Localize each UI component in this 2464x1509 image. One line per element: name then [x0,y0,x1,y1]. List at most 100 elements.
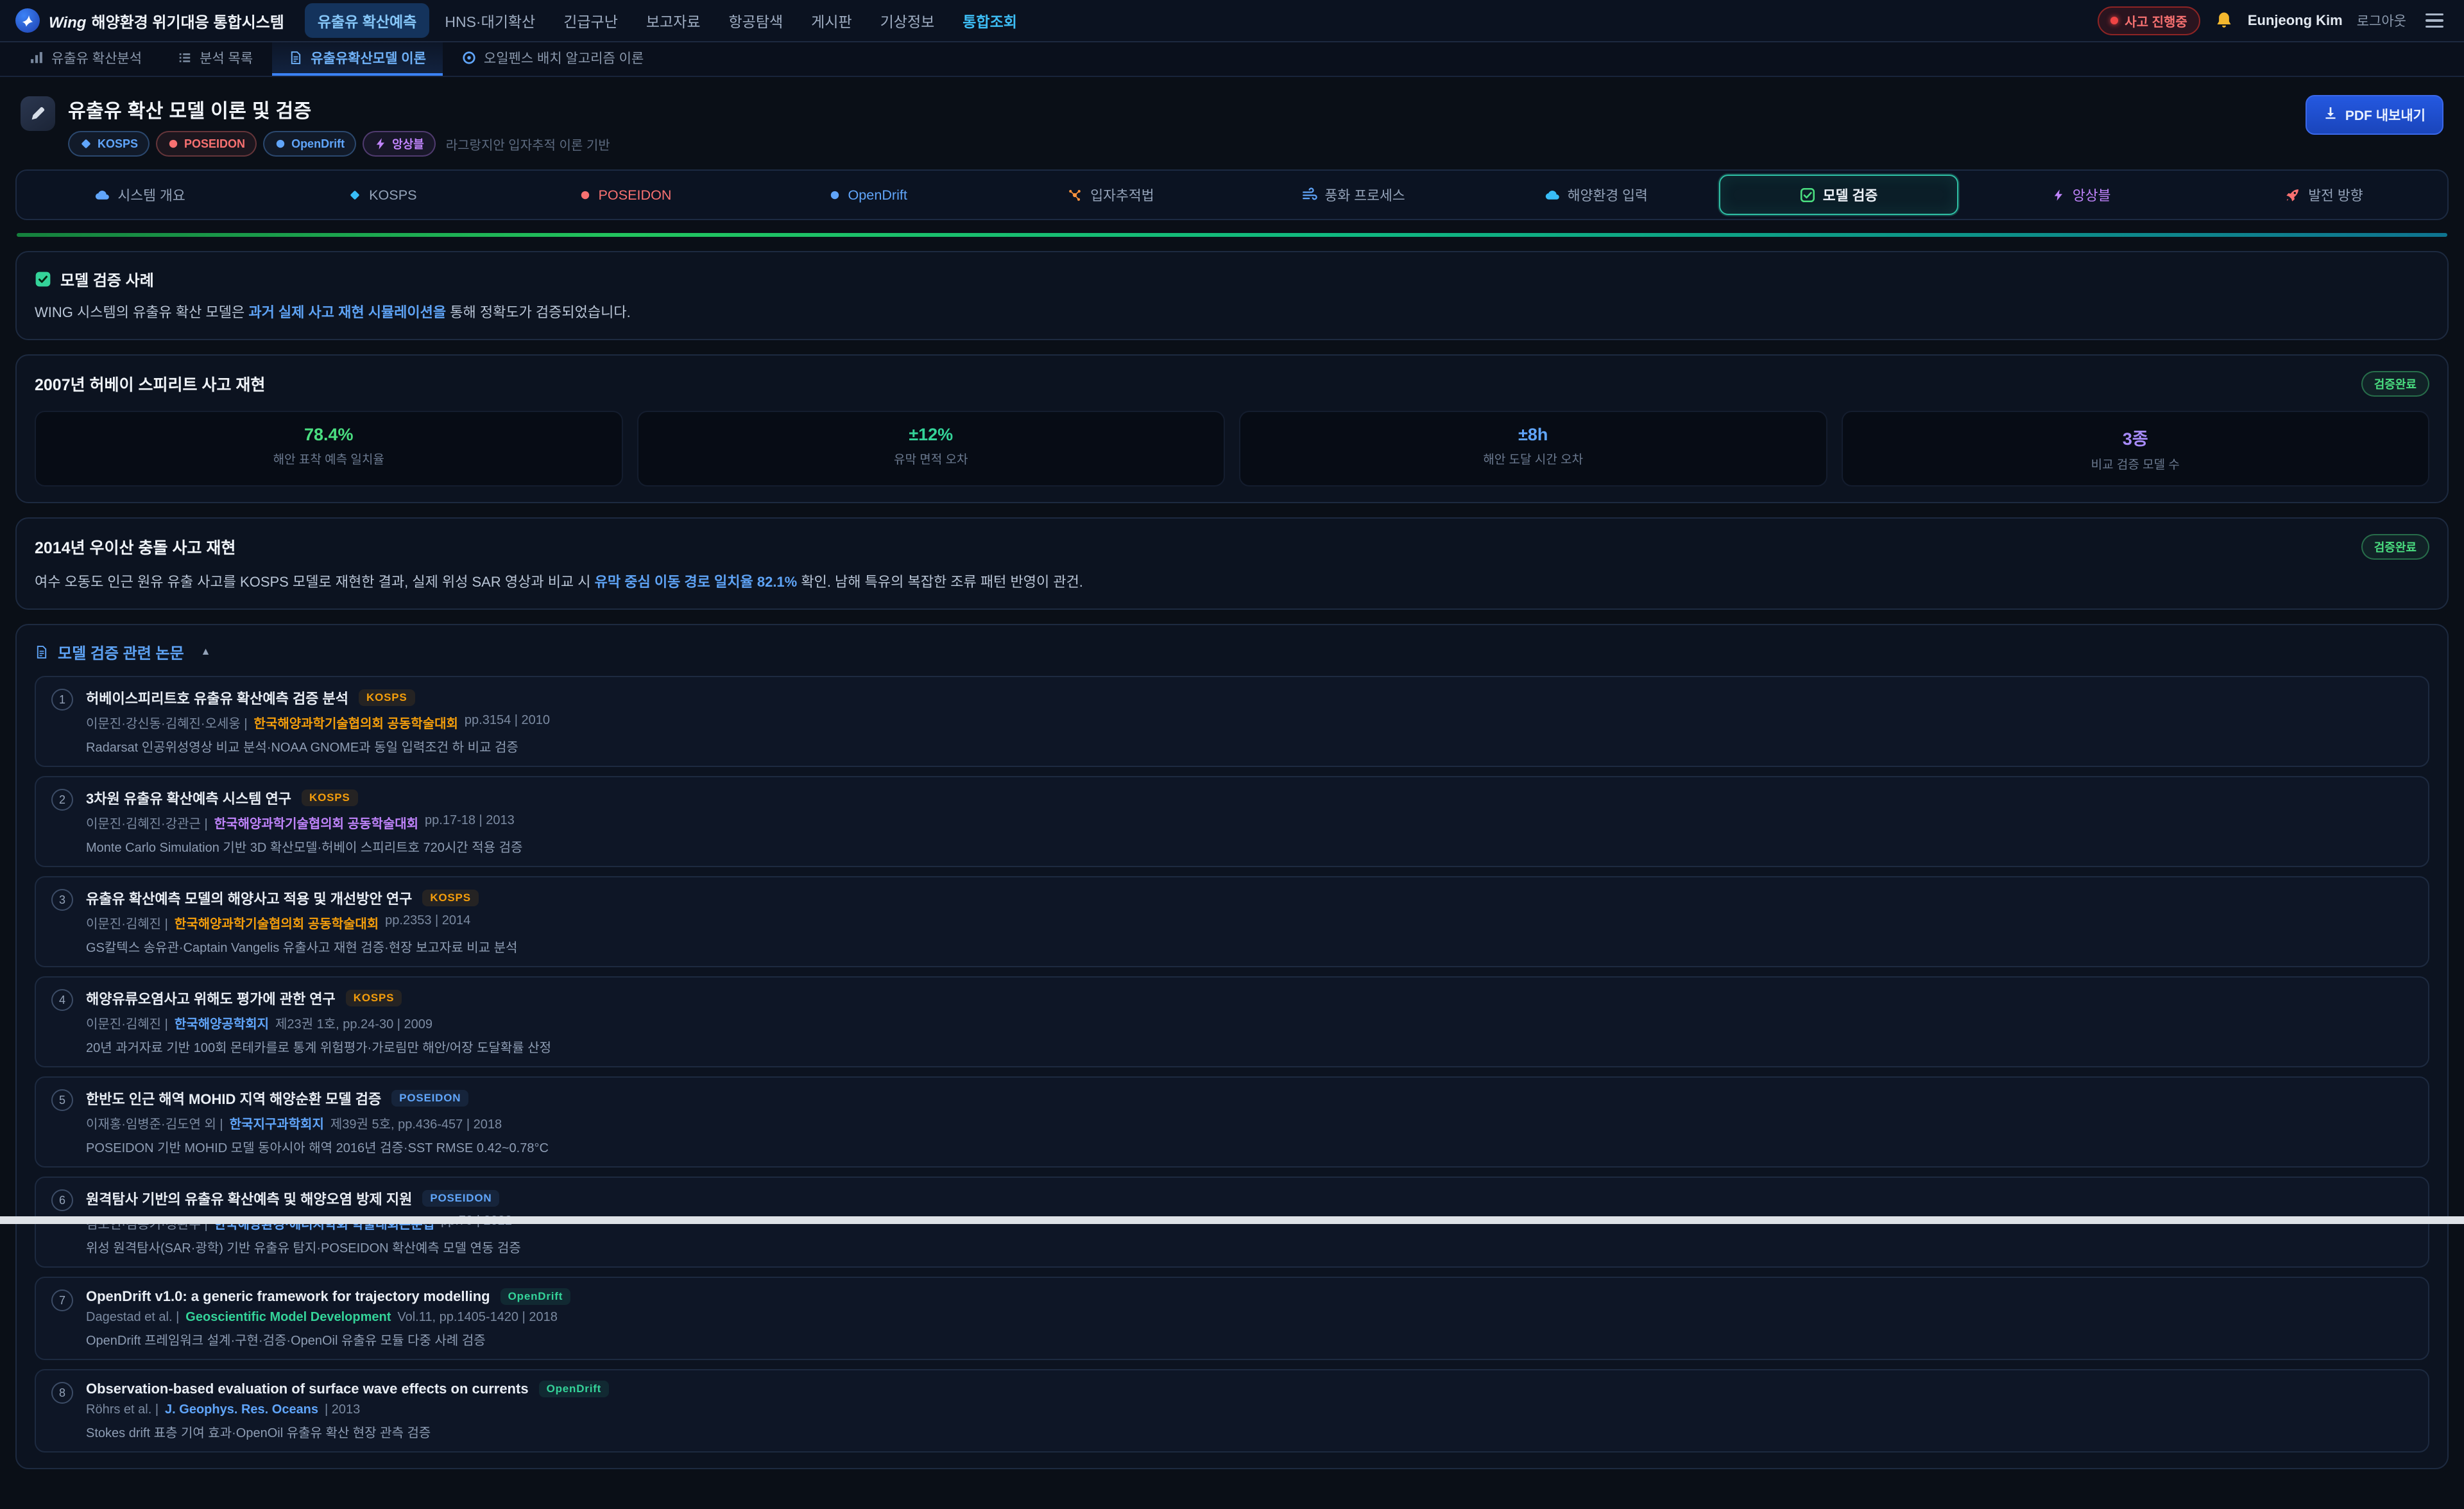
paper-row[interactable]: 5 한반도 인근 해역 MOHID 지역 해양순환 모델 검증 POSEIDON… [35,1076,2429,1168]
stat-box: ±8h 해안 도달 시간 오차 [1239,411,1827,487]
nav-item[interactable]: 항공탐색 [716,3,796,38]
paper-title[interactable]: 허베이스피리트호 유출유 확산예측 검증 분석 [86,687,348,708]
nav-item[interactable]: 통합조회 [950,3,1030,38]
paper-row[interactable]: 8 Observation-based evaluation of surfac… [35,1369,2429,1453]
paper-venue-link[interactable]: 한국지구과학회지 [230,1114,324,1132]
logout-button[interactable]: 로그아웃 [2357,11,2406,30]
wing-logo-icon [15,8,40,33]
menu-icon[interactable] [2420,8,2449,33]
model-tab[interactable]: 시스템 개요 [21,175,259,215]
paper-venue-link[interactable]: 한국해양과학기술협의회 공동학술대회 [254,713,458,732]
paper-model-badge: KOSPS [422,890,479,906]
nav-item[interactable]: 유출유 확산예측 [305,3,430,38]
paper-row[interactable]: 3 유출유 확산예측 모델의 해양사고 적용 및 개선방안 연구 KOSPS 이… [35,876,2429,967]
paper-number: 7 [51,1289,73,1311]
paper-row[interactable]: 2 3차원 유출유 확산예측 시스템 연구 KOSPS 이문진·김혜진·강관근 … [35,776,2429,867]
incident-status-badge[interactable]: 사고 진행중 [2098,6,2200,35]
nav-item-label: 게시판 [811,13,851,30]
model-tab[interactable]: KOSPS [263,175,502,215]
paper-authors: 이재홍·임병준·김도연 외 | [86,1114,223,1132]
subtab[interactable]: 유출유확산모델 이론 [272,42,443,76]
model-tab-bar: 시스템 개요 KOSPS POSEIDON OpenDrift 입자추적법 풍화… [15,169,2449,220]
paper-model-badge: KOSPS [302,789,358,806]
paper-meta: Dagestad et al. | Geoscientific Model De… [86,1310,570,1325]
validation-section-title: 모델 검증 사례 [35,268,2429,290]
case-highlight: 유막 중심 이동 경로 일치율 82.1% [595,574,798,590]
stat-label: 해안 도달 시간 오차 [1483,450,1583,467]
paper-number: 2 [51,789,73,811]
model-tab-icon [1800,187,1815,203]
model-tab[interactable]: OpenDrift [749,175,988,215]
paper-model-badge: KOSPS [346,990,402,1006]
paper-venue-link[interactable]: 한국해양과학기술협의회 공동학술대회 [175,913,379,932]
subtab[interactable]: 분석 목록 [161,42,270,76]
subtab[interactable]: 유출유 확산분석 [13,42,158,76]
main-content: 유출유 확산 모델 이론 및 검증 KOSPS POSEIDON OpenDri… [0,77,2464,1509]
paper-title[interactable]: 원격탐사 기반의 유출유 확산예측 및 해양오염 방제 지원 [86,1188,412,1209]
paper-title[interactable]: 유출유 확산예측 모델의 해양사고 적용 및 개선방안 연구 [86,888,412,908]
subtab[interactable]: 오일펜스 배치 알고리즘 이론 [445,42,660,76]
app-title-wing: Wing [49,14,86,32]
papers-card: 모델 검증 관련 논문 ▲ 1 허베이스피리트호 유출유 확산예측 검증 분석 … [15,624,2449,1469]
model-tab[interactable]: 모델 검증 [1719,175,1958,215]
nav-item[interactable]: HNS·대기확산 [432,3,548,38]
intro-highlight-link[interactable]: 과거 실제 사고 재현 시뮬레이션을 [248,304,446,320]
paper-row[interactable]: 1 허베이스피리트호 유출유 확산예측 검증 분석 KOSPS 이문진·강신동·… [35,676,2429,767]
subtab-label: 오일펜스 배치 알고리즘 이론 [484,48,644,67]
model-badge: KOSPS [68,131,150,157]
paper-row[interactable]: 4 해양유류오염사고 위해도 평가에 관한 연구 KOSPS 이문진·김혜진 |… [35,976,2429,1067]
paper-row[interactable]: 7 OpenDrift v1.0: a generic framework fo… [35,1277,2429,1360]
nav-item[interactable]: 기상정보 [868,3,948,38]
paper-pages-year: pp.2353 | 2014 [385,913,470,932]
subtab-label: 유출유 확산분석 [51,48,142,67]
case-card-wuyishan: 2014년 우이산 충돌 사고 재현 검증완료 여수 오동도 인근 원유 유출 … [15,517,2449,610]
collapse-arrow-icon[interactable]: ▲ [201,646,211,658]
validation-intro-text: WING 시스템의 유출유 확산 모델은 과거 실제 사고 재현 시뮬레이션을 … [35,302,2429,323]
horizontal-scrollbar[interactable] [0,1216,2464,1224]
paper-venue-link[interactable]: Geoscientific Model Development [185,1310,391,1325]
nav-item[interactable]: 게시판 [798,3,864,38]
model-tab-label: 모델 검증 [1823,185,1878,205]
paper-title[interactable]: 한반도 인근 해역 MOHID 지역 해양순환 모델 검증 [86,1088,381,1108]
paper-venue-link[interactable]: 한국해양과학기술협의회 공동학술대회 [214,813,418,832]
model-tab[interactable]: 앙상블 [1962,175,2201,215]
papers-header-toggle[interactable]: 모델 검증 관련 논문 ▲ [35,641,2429,663]
paper-title[interactable]: 해양유류오염사고 위해도 평가에 관한 연구 [86,988,336,1008]
paper-title[interactable]: Observation-based evaluation of surface … [86,1381,529,1397]
paper-title[interactable]: 3차원 유출유 확산예측 시스템 연구 [86,788,291,808]
model-tab-icon [1544,187,1560,203]
paper-venue-link[interactable]: J. Geophys. Res. Oceans [165,1402,318,1417]
verified-badge: 검증완료 [2361,371,2429,397]
model-tab[interactable]: POSEIDON [506,175,744,215]
app-logo[interactable]: Wing 해양환경 위기대응 통합시스템 [15,8,284,33]
pdf-export-button[interactable]: PDF 내보내기 [2306,95,2443,135]
model-badge: 앙상블 [363,131,436,157]
model-tab[interactable]: 풍화 프로세스 [1234,175,1473,215]
incident-status-label: 사고 진행중 [2125,12,2187,30]
check-square-icon [35,271,51,288]
paper-number: 5 [51,1089,73,1111]
page-subtitle: 라그랑지안 입자추적 이론 기반 [446,135,610,153]
subtab-icon [30,51,44,65]
paper-authors: 이문진·강신동·김혜진·오세웅 | [86,713,248,732]
topnav-right: 사고 진행중 Eunjeong Kim 로그아웃 [2098,6,2449,35]
paper-venue-link[interactable]: 한국해양공학회지 [175,1013,269,1032]
paper-title[interactable]: OpenDrift v1.0: a generic framework for … [86,1288,490,1305]
model-tab-label: 해양환경 입력 [1568,185,1648,205]
stat-value: ±12% [909,425,953,445]
model-tab[interactable]: 입자추적법 [991,175,1230,215]
model-tab-label: KOSPS [369,187,416,203]
case-title: 2014년 우이산 충돌 사고 재현 [35,535,235,558]
model-badge-icon [374,137,387,150]
model-tab-label: 시스템 개요 [117,185,185,205]
model-badge-label: KOSPS [98,137,138,151]
model-tab-icon [348,189,361,202]
paper-number: 8 [51,1382,73,1404]
nav-item[interactable]: 보고자료 [633,3,714,38]
nav-item[interactable]: 긴급구난 [551,3,631,38]
paper-pages-year: pp.17-18 | 2013 [425,813,515,832]
model-tab[interactable]: 해양환경 입력 [1476,175,1715,215]
notifications-bell-icon[interactable] [2214,11,2234,30]
model-badge: POSEIDON [156,131,257,157]
model-tab[interactable]: 발전 방향 [2205,175,2443,215]
